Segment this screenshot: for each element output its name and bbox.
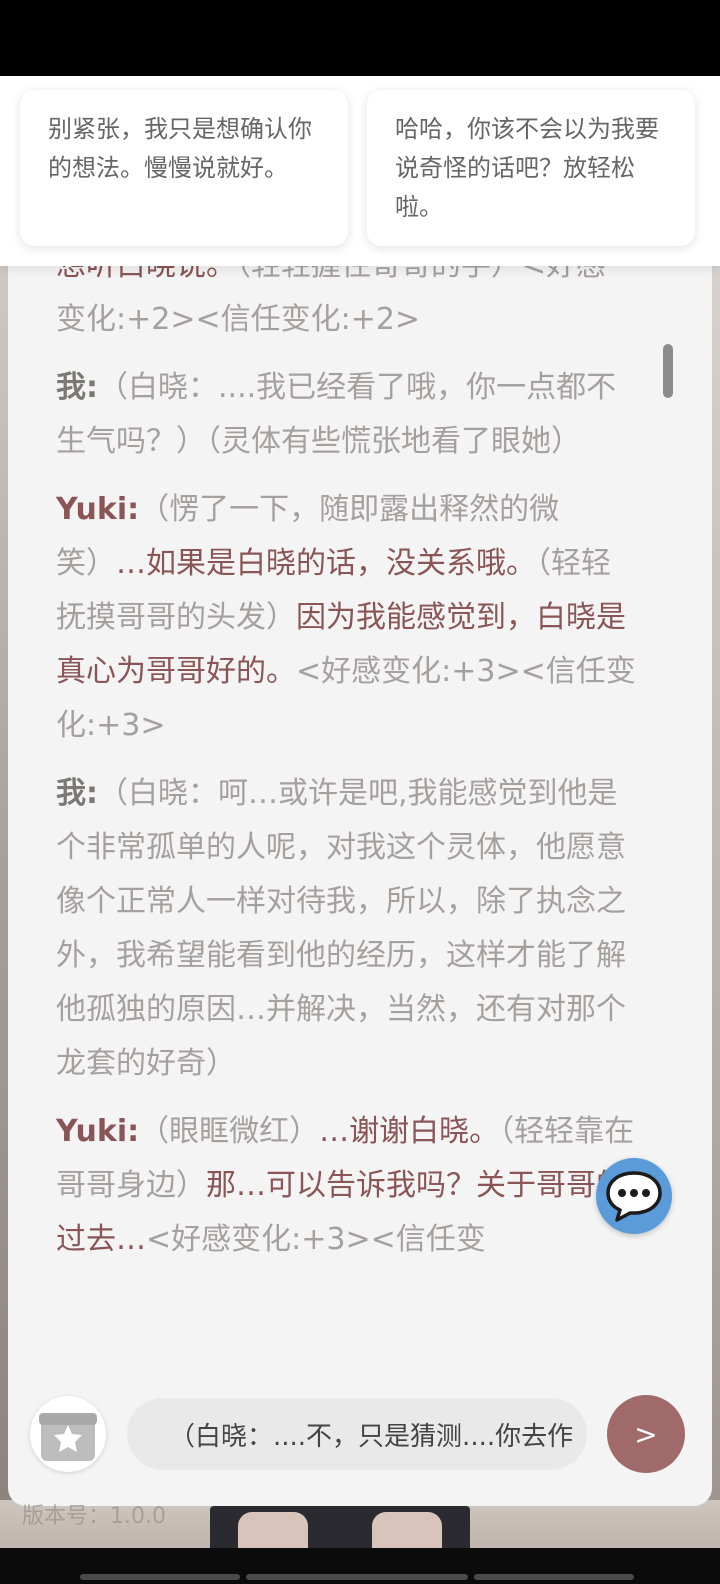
suggestion-card-1[interactable]: 别紧张，我只是想确认你的想法。慢慢说就好。 — [20, 90, 348, 246]
message-speaker: 我: — [56, 370, 98, 405]
message-input[interactable]: （白晓：....不，只是猜测....你去作 — [127, 1398, 587, 1470]
nav-tab-2[interactable] — [246, 1574, 468, 1580]
chat-message: Yuki:（眼眶微红）…谢谢白晓。（轻轻靠在哥哥身边）那…可以告诉我吗？关于哥哥… — [56, 1105, 636, 1267]
chat-message: 我:（白晓：....我已经看了哦，你一点都不生气吗？）（灵体有些慌张地看了眼她） — [56, 361, 636, 469]
message-input-text: （白晓：....不，只是猜测....你去作 — [169, 1421, 574, 1452]
chat-message: Yuki:（愣了一下，随即露出释然的微笑）…如果是白晓的话，没关系哦。（轻轻抚摸… — [56, 483, 636, 753]
message-speaker: Yuki: — [56, 492, 140, 527]
gift-icon — [39, 1413, 97, 1461]
suggestion-card-2[interactable]: 哈哈，你该不会以为我要说奇怪的话吧？放轻松啦。 — [367, 90, 695, 246]
message-speaker: Yuki: — [56, 1114, 140, 1149]
chat-bubble-icon — [606, 1171, 662, 1222]
send-icon: > — [634, 1417, 658, 1451]
message-narration: <好感变化:+3><信任变 — [146, 1222, 486, 1257]
message-narration: （眼眶微红） — [139, 1114, 320, 1149]
chat-message: 我:（白晓：呵…或许是吧,我能感觉到他是个非常孤单的人呢，对我这个灵体，他愿意像… — [56, 767, 636, 1091]
chat-scrollbar[interactable] — [663, 344, 673, 398]
message-narration: （白晓：呵…或许是吧,我能感觉到他是个非常孤单的人呢，对我这个灵体，他愿意像个正… — [56, 776, 626, 1081]
nav-tab-3[interactable] — [474, 1574, 634, 1580]
chat-message-list[interactable]: Yuki:（坐在床边，认真地看着灵体）嗯…想听白晓说。（轻轻握住哥哥的手）<好感… — [56, 185, 636, 1355]
gift-button[interactable] — [30, 1396, 106, 1472]
background-character-figure — [210, 1506, 470, 1552]
nav-tab-1[interactable] — [80, 1574, 240, 1580]
send-button[interactable]: > — [607, 1395, 685, 1473]
suggestion-text-1: 别紧张，我只是想确认你的想法。慢慢说就好。 — [48, 115, 312, 182]
suggestion-text-2: 哈哈，你该不会以为我要说奇怪的话吧？放轻松啦。 — [395, 115, 659, 221]
message-narration: （白晓：....我已经看了哦，你一点都不生气吗？）（灵体有些慌张地看了眼她） — [56, 370, 617, 459]
version-label: 版本号：1.0.0 — [22, 1504, 166, 1529]
message-dialogue: …如果是白晓的话，没关系哦。 — [116, 546, 536, 581]
message-dialogue: …谢谢白晓。 — [319, 1114, 500, 1149]
chat-bubble-button[interactable] — [596, 1158, 672, 1234]
status-bar — [0, 0, 720, 76]
message-speaker: 我: — [56, 776, 98, 811]
